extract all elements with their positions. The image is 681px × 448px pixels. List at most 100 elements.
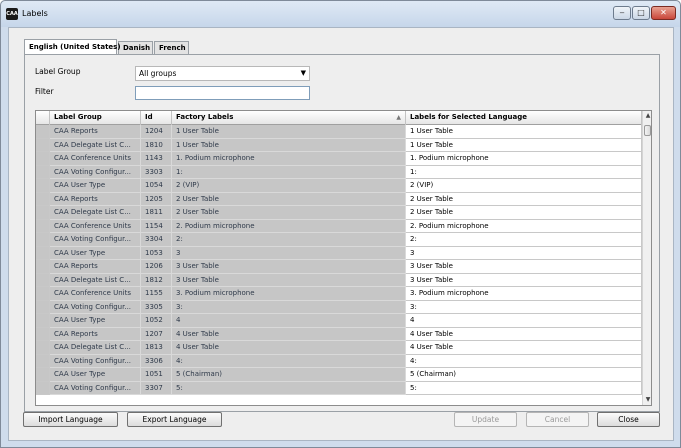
cell-factory-label: 2 User Table (172, 206, 406, 220)
table-row[interactable]: CAA Reports 1207 4 User Table 4 User Table (36, 327, 642, 341)
table-row[interactable]: CAA Voting Configur... 3307 5: 5: (36, 381, 642, 395)
table-row[interactable]: CAA Voting Configur... 3303 1: 1: (36, 165, 642, 179)
label-group-select[interactable]: All groups ▼ (135, 66, 310, 81)
table-row[interactable]: CAA Voting Configur... 3304 2: 2: (36, 233, 642, 247)
cell-selected-language-label[interactable]: 4: (406, 354, 642, 368)
title-bar[interactable]: CAA Labels ‒ □ ✕ (1, 1, 680, 27)
cell-selected-language-label[interactable]: 5: (406, 381, 642, 395)
row-selector[interactable] (36, 152, 50, 166)
row-selector[interactable] (36, 206, 50, 220)
cell-selected-language-label[interactable]: 4 (406, 314, 642, 328)
row-selector[interactable] (36, 287, 50, 301)
cell-factory-label: 5 (Chairman) (172, 368, 406, 382)
table-row[interactable]: CAA Conference Units 1154 2. Podium microp… (36, 219, 642, 233)
cell-id: 1813 (141, 341, 172, 355)
table-row[interactable]: CAA Voting Configur... 3306 4: 4: (36, 354, 642, 368)
cell-selected-language-label[interactable]: 3. Podium microphone (406, 287, 642, 301)
column-header-id[interactable]: Id (141, 111, 172, 125)
row-selector[interactable] (36, 300, 50, 314)
row-selector[interactable] (36, 314, 50, 328)
row-selector[interactable] (36, 381, 50, 395)
cancel-button[interactable]: Cancel (526, 412, 589, 427)
cell-selected-language-label[interactable]: 3 (406, 246, 642, 260)
cell-selected-language-label[interactable]: 2. Podium microphone (406, 219, 642, 233)
cell-factory-label: 4 (172, 314, 406, 328)
cell-selected-language-label[interactable]: 1 User Table (406, 125, 642, 139)
table-row[interactable]: CAA Delegate List C... 1810 1 User Table 1 … (36, 138, 642, 152)
cell-id: 1154 (141, 219, 172, 233)
row-selector[interactable] (36, 125, 50, 139)
row-selector[interactable] (36, 219, 50, 233)
table-row[interactable]: CAA Delegate List C... 1811 2 User Table 2 … (36, 206, 642, 220)
table-row[interactable]: CAA Reports 1206 3 User Table 3 User Table (36, 260, 642, 274)
row-selector[interactable] (36, 341, 50, 355)
cell-label-group: CAA Reports (50, 192, 141, 206)
update-button[interactable]: Update (454, 412, 517, 427)
cell-selected-language-label[interactable]: 1 User Table (406, 138, 642, 152)
cell-label-group: CAA Voting Configur... (50, 354, 141, 368)
scroll-up-icon[interactable]: ▲ (643, 111, 651, 121)
table-row[interactable]: CAA Delegate List C... 1812 3 User Table 3 … (36, 273, 642, 287)
cell-selected-language-label[interactable]: 3 User Table (406, 273, 642, 287)
cell-label-group: CAA Delegate List C... (50, 341, 141, 355)
scroll-down-icon[interactable]: ▼ (643, 395, 651, 405)
table-row[interactable]: CAA Conference Units 1143 1. Podium microp… (36, 152, 642, 166)
column-header-selected-language[interactable]: Labels for Selected Language (406, 111, 642, 125)
table-row[interactable]: CAA User Type 1054 2 (VIP) 2 (VIP) (36, 179, 642, 193)
table-row[interactable]: CAA User Type 1053 3 3 (36, 246, 642, 260)
cell-selected-language-label[interactable]: 1. Podium microphone (406, 152, 642, 166)
table-row[interactable]: CAA Conference Units 1155 3. Podium microp… (36, 287, 642, 301)
cell-factory-label: 2: (172, 233, 406, 247)
cell-selected-language-label[interactable]: 2 (VIP) (406, 179, 642, 193)
row-selector[interactable] (36, 260, 50, 274)
row-selector[interactable] (36, 368, 50, 382)
cell-factory-label: 1 User Table (172, 125, 406, 139)
cell-selected-language-label[interactable]: 2 User Table (406, 206, 642, 220)
vertical-scrollbar[interactable]: ▲ ▼ (642, 111, 651, 405)
table-row[interactable]: CAA User Type 1052 4 4 (36, 314, 642, 328)
cell-label-group: CAA Reports (50, 125, 141, 139)
table-row[interactable]: CAA Voting Configur... 3305 3: 3: (36, 300, 642, 314)
cell-selected-language-label[interactable]: 5 (Chairman) (406, 368, 642, 382)
row-selector[interactable] (36, 246, 50, 260)
column-header-label-group[interactable]: Label Group (50, 111, 141, 125)
cell-selected-language-label[interactable]: 4 User Table (406, 341, 642, 355)
minimize-button[interactable]: ‒ (613, 6, 631, 20)
table-row[interactable]: CAA Delegate List C... 1813 4 User Table 4 … (36, 341, 642, 355)
cell-selected-language-label[interactable]: 1: (406, 165, 642, 179)
row-selector[interactable] (36, 354, 50, 368)
filter-input[interactable] (135, 86, 310, 100)
table-row[interactable]: CAA Reports 1205 2 User Table 2 User Table (36, 192, 642, 206)
cell-factory-label: 1 User Table (172, 138, 406, 152)
table-row[interactable]: CAA Reports 1204 1 User Table 1 User Table (36, 125, 642, 139)
cell-selected-language-label[interactable]: 4 User Table (406, 327, 642, 341)
tab-french[interactable]: French (154, 41, 189, 54)
row-selector[interactable] (36, 138, 50, 152)
row-selector[interactable] (36, 233, 50, 247)
import-language-button[interactable]: Import Language (23, 412, 118, 427)
column-header-factory-labels[interactable]: Factory Labels ▲ (172, 111, 406, 125)
cell-factory-label: 2 User Table (172, 192, 406, 206)
cell-selected-language-label[interactable]: 3 User Table (406, 260, 642, 274)
row-selector[interactable] (36, 273, 50, 287)
cell-selected-language-label[interactable]: 2 User Table (406, 192, 642, 206)
tab-english-united-states[interactable]: English (United States) (24, 39, 121, 54)
scroll-thumb[interactable] (644, 125, 651, 136)
row-selector[interactable] (36, 179, 50, 193)
row-selector[interactable] (36, 192, 50, 206)
cell-selected-language-label[interactable]: 2: (406, 233, 642, 247)
tab-danish[interactable]: Danish (118, 41, 153, 54)
row-selector-header[interactable] (36, 111, 50, 125)
row-selector[interactable] (36, 165, 50, 179)
cell-id: 1155 (141, 287, 172, 301)
cell-id: 1206 (141, 260, 172, 274)
close-window-button[interactable]: ✕ (651, 6, 676, 20)
table-row[interactable]: CAA User Type 1051 5 (Chairman) 5 (Chairman… (36, 368, 642, 382)
row-selector[interactable] (36, 327, 50, 341)
cell-selected-language-label[interactable]: 3: (406, 300, 642, 314)
close-button[interactable]: Close (597, 412, 660, 427)
export-language-button[interactable]: Export Language (127, 412, 222, 427)
cell-factory-label: 3 User Table (172, 273, 406, 287)
maximize-button[interactable]: □ (632, 6, 650, 20)
maximize-icon: □ (637, 8, 645, 17)
